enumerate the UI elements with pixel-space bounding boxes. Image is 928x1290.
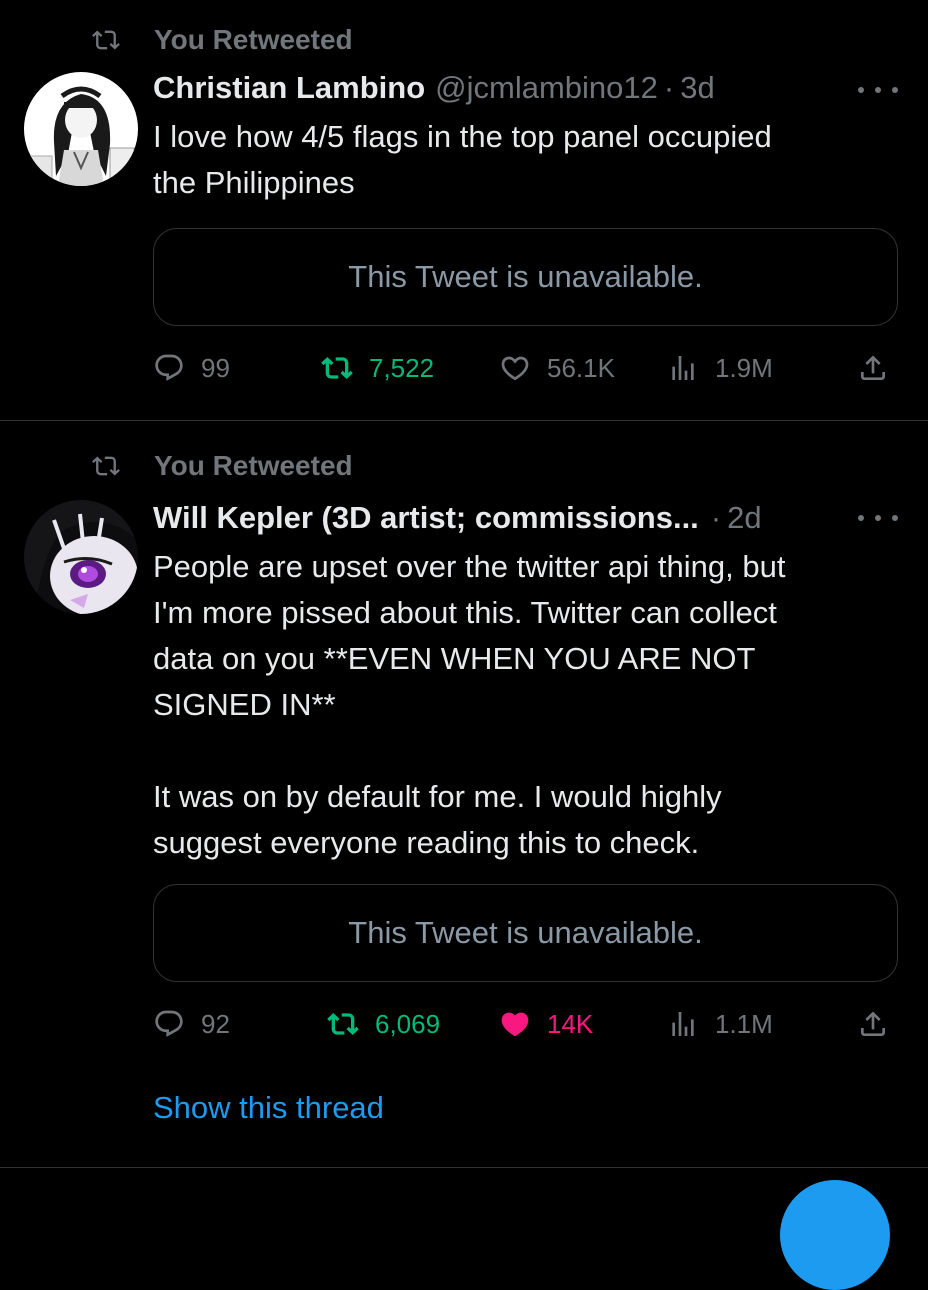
view-count: 1.9M — [715, 352, 773, 383]
views-button[interactable]: 1.9M — [667, 348, 773, 388]
heart-filled-icon — [501, 1012, 529, 1037]
like-button[interactable]: 56.1K — [499, 348, 615, 388]
heart-outline-icon — [501, 356, 529, 381]
tweet-text: People are upset over the twitter api th… — [153, 549, 786, 860]
views-chart-icon — [672, 1012, 694, 1036]
tweet-header: Christian Lambino @jcmlambino12 · 3d — [153, 70, 715, 106]
social-context: You Retweeted — [88, 20, 353, 60]
show-thread-link[interactable]: Show this thread — [153, 1090, 384, 1126]
view-count: 1.1M — [715, 1008, 773, 1039]
retweet-icon — [92, 30, 120, 50]
quoted-tweet-unavailable-text: This Tweet is unavailable. — [348, 915, 703, 950]
like-count: 14K — [547, 1008, 594, 1039]
separator-dot: · — [710, 500, 722, 535]
compose-tweet-button[interactable] — [780, 1180, 890, 1290]
social-context: You Retweeted — [88, 446, 353, 486]
divider — [0, 1167, 928, 1168]
quoted-tweet-unavailable-text: This Tweet is unavailable. — [348, 259, 703, 294]
reply-count: 99 — [201, 352, 230, 383]
retweet-icon — [321, 357, 353, 379]
quoted-tweet-card[interactable]: This Tweet is unavailable. — [153, 884, 898, 982]
timestamp[interactable]: 3d — [680, 70, 714, 106]
reply-icon — [155, 1010, 183, 1037]
reply-icon — [155, 354, 183, 381]
retweet-count: 7,522 — [369, 352, 435, 383]
avatar[interactable] — [24, 500, 138, 614]
share-button[interactable] — [857, 1004, 889, 1044]
retweet-button[interactable]: 6,069 — [327, 1004, 440, 1044]
anime-avatar-icon — [24, 500, 138, 614]
separator-dot: · — [663, 70, 675, 105]
user-handle[interactable]: @jcmlambino12 — [435, 70, 658, 106]
views-chart-icon — [672, 356, 694, 380]
tweet-header: Will Kepler (3D artist; commissions... ·… — [153, 500, 762, 536]
retweet-button[interactable]: 7,522 — [321, 348, 434, 388]
social-context-label: You Retweeted — [154, 450, 353, 481]
share-button[interactable] — [857, 348, 889, 388]
display-name[interactable]: Will Kepler (3D artist; commissions... — [153, 500, 699, 536]
tweet[interactable]: You Retweeted Will Kepler (3D artist; co… — [0, 420, 928, 1168]
share-icon — [861, 1011, 885, 1036]
share-icon — [861, 355, 885, 380]
more-options-icon[interactable] — [858, 508, 898, 528]
tweet-text: I love how 4/5 flags in the top panel oc… — [153, 119, 772, 200]
quoted-tweet-card[interactable]: This Tweet is unavailable. — [153, 228, 898, 326]
anime-avatar-icon — [24, 72, 138, 186]
tweet-actions: 99 7,522 56.1K 1.9M — [153, 348, 898, 388]
reply-button[interactable]: 99 — [153, 348, 230, 388]
tweet[interactable]: You Retweeted Christian Lambino @jcmlamb… — [0, 0, 928, 420]
retweet-icon — [327, 1013, 359, 1035]
like-button[interactable]: 14K — [499, 1004, 593, 1044]
views-button[interactable]: 1.1M — [667, 1004, 773, 1044]
social-context-label: You Retweeted — [154, 24, 353, 55]
retweet-count: 6,069 — [375, 1008, 441, 1039]
reply-count: 92 — [201, 1008, 230, 1039]
tweet-actions: 92 6,069 14K 1.1M — [153, 1004, 898, 1044]
display-name[interactable]: Christian Lambino — [153, 70, 425, 106]
more-options-icon[interactable] — [858, 80, 898, 100]
reply-button[interactable]: 92 — [153, 1004, 230, 1044]
avatar[interactable] — [24, 72, 138, 186]
timestamp[interactable]: 2d — [727, 500, 761, 536]
like-count: 56.1K — [547, 352, 615, 383]
retweet-icon — [92, 456, 120, 476]
